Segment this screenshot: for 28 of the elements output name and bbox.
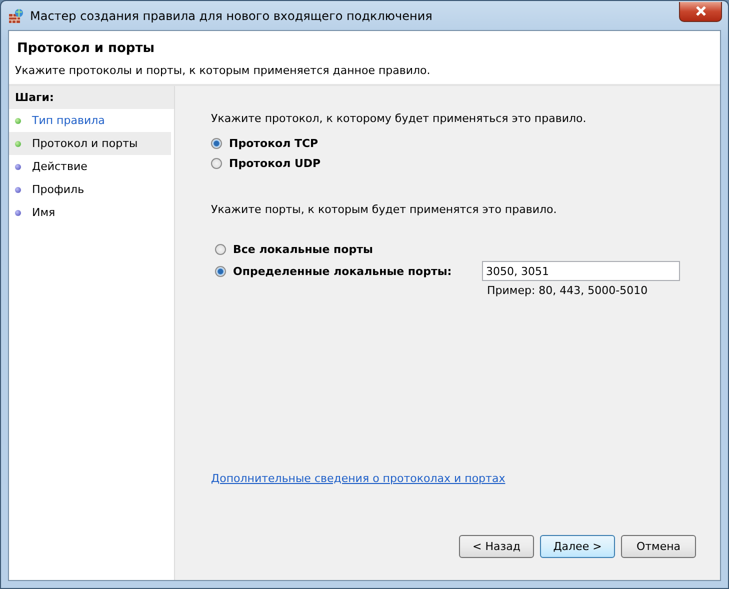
step-item[interactable]: Профиль [9,178,171,201]
dialog-button[interactable]: Отмена [621,535,696,558]
radio-option[interactable]: Определенные локальные порты: [215,264,482,278]
ports-prompt: Укажите порты, к которым будет применятся это правило. [211,203,558,216]
step-item[interactable]: Действие [9,155,171,178]
step-item[interactable]: Имя [9,201,171,224]
help-link[interactable]: Дополнительные сведения о протоколах и портах [211,472,696,485]
radio-button[interactable] [215,266,226,276]
close-icon [694,6,706,16]
window-title: Мастер создания правила для нового входящего подключения [30,8,434,22]
radio-option[interactable]: Все локальные порты [215,243,482,256]
ports-input-field[interactable]: 3050, 3051 [482,261,680,281]
radio-option[interactable]: Протокол UDP [211,157,478,170]
close-button[interactable] [679,2,722,22]
steps-heading: Шаги: [9,86,174,109]
radio-button[interactable] [211,158,222,169]
radio-button[interactable] [215,244,226,255]
firewall-icon [8,8,24,24]
dialog-button[interactable]: Далее > [540,535,615,558]
protocol-prompt: Укажите протокол, к которому будет применяться это правило. [211,112,588,125]
page-title: Протокол и порты [17,41,156,56]
radio-button[interactable] [211,138,222,149]
step-item[interactable]: Протокол и порты [9,132,171,155]
page-subtitle: Укажите протоколы и порты, к которым применяется данное правило. [15,64,432,77]
dialog-button[interactable]: < Назад [459,535,534,558]
example-hint: Пример: 80, 443, 5000-5010 [487,284,649,297]
radio-option[interactable]: Протокол TCP [211,137,478,150]
step-item[interactable]: Тип правила [9,109,171,132]
